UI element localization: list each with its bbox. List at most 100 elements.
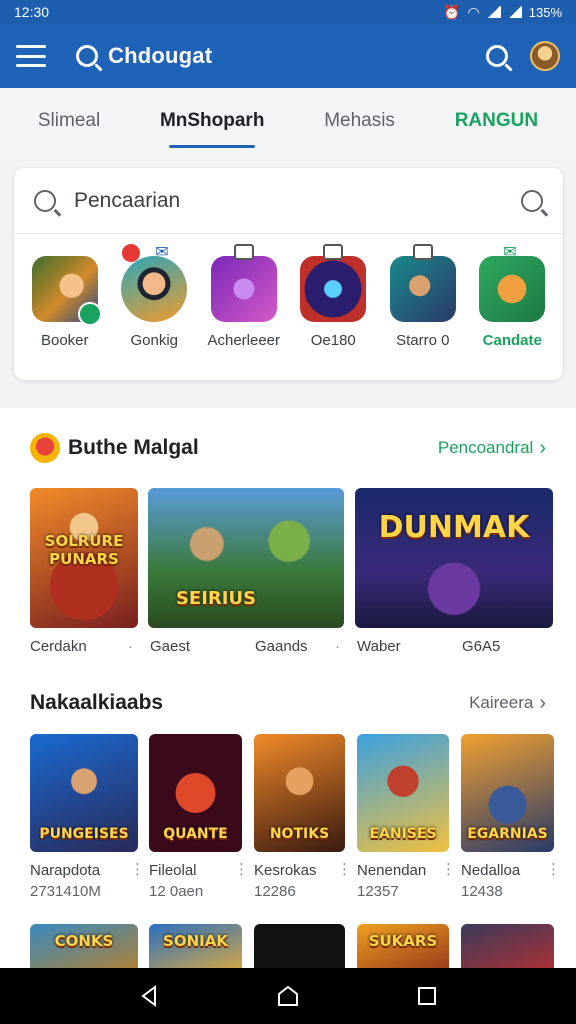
category-label: Gonkig (130, 332, 179, 349)
box-icon (323, 244, 344, 260)
more-dot-icon[interactable]: ⋮ (546, 860, 561, 878)
card-art-text: SEIRIUS (175, 588, 257, 609)
featured-see-more-link[interactable]: Pencoandral › (438, 438, 546, 458)
featured-section: Buthe Malgal Pencoandral › SOLRURE PUNARS… (0, 408, 576, 658)
popular-game-tile[interactable]: EGARNIAS (461, 734, 554, 852)
back-button[interactable] (129, 976, 169, 1016)
more-dot-icon[interactable]: ⋮ (441, 860, 456, 878)
popular-game-tile[interactable]: NOTIKS (254, 734, 345, 852)
tile-art-text: CONKS (54, 932, 114, 950)
avatar[interactable] (530, 41, 560, 71)
more-dot-icon[interactable]: ⋮ (337, 860, 352, 878)
featured-card[interactable]: SOLRURE PUNARS (30, 488, 138, 628)
tile-art-text: SUKARS (368, 932, 438, 950)
category-label: Acherleeer (207, 332, 281, 349)
tab-bar: Slimeal MnShoparh Mehasis RANGUN (0, 88, 576, 154)
game-name: Narapdota (30, 862, 101, 879)
recents-icon (417, 987, 436, 1005)
signal-icon-2 (507, 6, 522, 18)
search-card: Pencaarian Booker ✉ Gonkig Acherleeer Oe… (14, 168, 563, 380)
category-label: Starro 0 (396, 332, 450, 349)
search-icon (76, 45, 98, 67)
status-bar: 12:30 ⏰ ◠ 135% (0, 0, 576, 24)
more-dot-icon: · (128, 638, 133, 655)
app-actions (486, 41, 560, 71)
tile-art-text: QUANTE (163, 826, 228, 842)
popular-section: Nakaalkiaabs Kaireera › PUNGEISES Narapdot… (0, 658, 576, 984)
status-time: 12:30 (14, 4, 50, 20)
system-nav-bar (0, 968, 576, 1024)
wifi-icon: ◠ (467, 3, 480, 20)
more-dot-icon: · (335, 638, 340, 655)
more-dot-icon[interactable]: ⋮ (234, 860, 249, 878)
category-candate[interactable]: ✉ Candate (472, 244, 552, 349)
popular-game-tile[interactable]: EANISES (357, 734, 449, 852)
mail-icon: ✉ (503, 244, 517, 261)
chevron-right-icon: › (539, 437, 546, 459)
tab-mehasis[interactable]: Mehasis (320, 100, 399, 142)
search-icon (34, 189, 56, 212)
game-icon (210, 256, 277, 322)
card-art-text: SOLRURE PUNARS (44, 532, 124, 568)
alarm-icon: ⏰ (443, 3, 461, 20)
tile-art-text: EGARNIAS (467, 826, 548, 842)
box-icon (233, 244, 254, 260)
app-bar: Chdougat (0, 24, 576, 88)
home-button[interactable] (268, 976, 308, 1016)
category-acherleeer[interactable]: Acherleeer (204, 244, 284, 349)
tile-art-text: NOTIKS (269, 826, 330, 842)
featured-card[interactable]: SEIRIUS (148, 488, 344, 628)
category-starro[interactable]: Starro 0 (383, 244, 463, 349)
box-icon (412, 244, 433, 260)
popular-game-tile[interactable]: PUNGEISES (30, 734, 138, 852)
more-dot-icon[interactable]: ⋮ (130, 860, 145, 878)
mail-icon: ✉ (155, 244, 169, 261)
battery-level: 135% (528, 4, 562, 20)
popular-game-tile[interactable]: QUANTE (149, 734, 242, 852)
app-title: Chdougat (108, 43, 213, 68)
card-label: G6A5 (462, 638, 501, 655)
game-subtext: 12286 (254, 883, 296, 900)
game-icon (300, 256, 367, 322)
game-subtext: 12 0aen (149, 883, 204, 900)
home-icon (277, 985, 298, 1006)
game-icon (121, 256, 188, 322)
featured-card[interactable]: DUNMAK (355, 488, 553, 628)
popular-grid: PUNGEISES Narapdota ⋮ 2731410M CONKS QUANTE Fi… (0, 658, 576, 984)
category-oe180[interactable]: Oe180 (293, 244, 373, 349)
tab-slimeal[interactable]: Slimeal (34, 100, 104, 142)
game-name: Nenendan (357, 862, 427, 879)
menu-icon[interactable] (16, 45, 46, 67)
game-name: Kesrokas (254, 862, 317, 879)
category-row: Booker ✉ Gonkig Acherleeer Oe180 Starro … (14, 234, 563, 349)
game-icon (389, 256, 456, 322)
search-icon[interactable] (486, 45, 508, 67)
featured-header: Buthe Malgal Pencoandral › (0, 408, 576, 488)
app-title-area[interactable]: Chdougat (76, 43, 486, 69)
shield-icon (77, 302, 102, 326)
game-subtext: 12357 (357, 883, 399, 900)
category-gonkig[interactable]: ✉ Gonkig (114, 244, 194, 349)
card-label: Cerdakn (30, 638, 87, 655)
category-label: Booker (40, 332, 89, 349)
tab-rangun[interactable]: RANGUN (451, 100, 542, 142)
category-booker[interactable]: Booker (25, 256, 105, 349)
status-icons: ⏰ ◠ 135% (443, 4, 562, 21)
game-subtext: 12438 (461, 883, 503, 900)
category-label: Candate (482, 332, 542, 349)
search-input[interactable]: Pencaarian (14, 168, 563, 234)
tile-art-text: PUNGEISES (39, 826, 129, 842)
card-label: Waber (357, 638, 401, 655)
section-badge-icon (30, 433, 60, 463)
recents-button[interactable] (407, 976, 447, 1016)
tile-art-text: EANISES (369, 826, 437, 842)
featured-row: SOLRURE PUNARS SEIRIUS DUNMAK Cerdakn · … (0, 488, 576, 655)
tab-mnshoparh[interactable]: MnShoparh (156, 100, 269, 148)
category-label: Oe180 (310, 332, 356, 349)
notification-icon (122, 244, 141, 262)
game-subtext: 2731410M (30, 883, 101, 900)
search-icon[interactable] (521, 189, 543, 212)
back-icon (141, 985, 157, 1007)
search-text: Pencaarian (74, 188, 181, 212)
game-name: Fileolal (149, 862, 197, 879)
